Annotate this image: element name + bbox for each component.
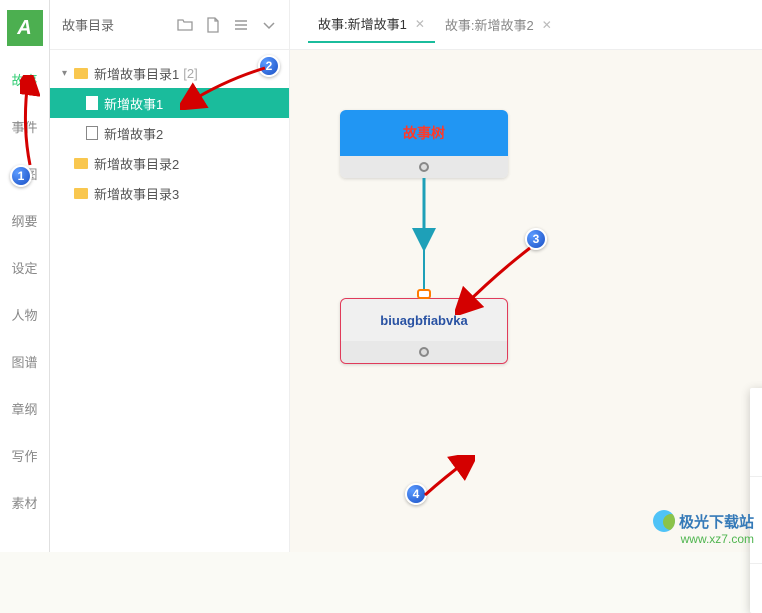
tree-panel: 故事目录 ▾ 新增故事目录1 [2] 新增故事1 新增故事2 新增故事目录2 (50, 0, 290, 552)
caret-down-icon: ▾ (62, 68, 72, 79)
menu-separator (750, 476, 762, 477)
nav-setting[interactable]: 设定 (0, 244, 49, 291)
file-icon (86, 96, 98, 110)
annotation-badge-1: 1 (10, 165, 32, 187)
nav-material[interactable]: 素材 (0, 479, 49, 526)
node-footer (340, 156, 508, 178)
tree-list: ▾ 新增故事目录1 [2] 新增故事1 新增故事2 新增故事目录2 新增故事目录… (50, 50, 289, 208)
connector-dot-icon[interactable] (419, 162, 429, 172)
tree-count: [2] (183, 66, 197, 81)
node-title: 故事树 (340, 110, 508, 156)
watermark-url: www.xz7.com (653, 532, 754, 546)
menu-delete[interactable]: 删除 (750, 568, 762, 607)
tree-folder-1[interactable]: ▾ 新增故事目录1 [2] (50, 58, 289, 88)
nav-character[interactable]: 人物 (0, 291, 49, 338)
annotation-badge-3: 3 (525, 228, 547, 250)
tab-label: 故事:新增故事1 (318, 14, 407, 33)
file-icon (86, 126, 98, 140)
menu-separator (750, 563, 762, 564)
folder-icon (74, 68, 88, 79)
story-node-root[interactable]: 故事树 (340, 110, 508, 178)
close-icon[interactable]: ✕ (542, 18, 552, 32)
new-folder-icon[interactable] (177, 17, 193, 33)
node-footer (341, 341, 507, 363)
app-logo: A (7, 10, 43, 46)
node-title: biuagbfiabvka (341, 299, 507, 341)
nav-story[interactable]: 故事 (0, 56, 49, 103)
tree-label: 新增故事目录3 (94, 184, 179, 203)
chevron-down-icon[interactable] (261, 17, 277, 33)
folder-icon (74, 188, 88, 199)
nav-write[interactable]: 写作 (0, 432, 49, 479)
left-sidebar: A 故事 事件 地图 纲要 设定 人物 图谱 章纲 写作 素材 (0, 0, 50, 552)
tab-story1[interactable]: 故事:新增故事1 ✕ (308, 6, 435, 43)
annotation-badge-4: 4 (405, 483, 427, 505)
annotation-badge-2: 2 (258, 55, 280, 77)
menu-add-node[interactable]: 添加节点 (750, 394, 762, 433)
tree-file-1[interactable]: 新增故事1 (50, 88, 289, 118)
tree-label: 新增故事1 (104, 94, 163, 113)
tabs-bar: 故事:新增故事1 ✕ 故事:新增故事2 ✕ (290, 0, 762, 50)
tree-label: 新增故事目录2 (94, 154, 179, 173)
watermark-brand: 极光下载站 (679, 511, 754, 532)
tree-title: 故事目录 (62, 15, 177, 34)
tab-label: 故事:新增故事2 (445, 15, 534, 34)
folder-icon (74, 158, 88, 169)
nav-outline[interactable]: 纲要 (0, 197, 49, 244)
nav-chapter[interactable]: 章纲 (0, 385, 49, 432)
menu-icon[interactable] (233, 17, 249, 33)
tab-story2[interactable]: 故事:新增故事2 ✕ (435, 7, 562, 42)
watermark: 极光下载站 www.xz7.com (653, 510, 754, 546)
canvas[interactable]: 故事树 biuagbfiabvka 添加节点 编辑节点 文字颜色› 背景颜色› … (290, 50, 762, 552)
nav-event[interactable]: 事件 (0, 103, 49, 150)
tree-header: 故事目录 (50, 0, 289, 50)
tree-label: 新增故事2 (104, 124, 163, 143)
node-connector (422, 178, 426, 300)
watermark-logo-icon (653, 510, 675, 532)
nav-graph[interactable]: 图谱 (0, 338, 49, 385)
close-icon[interactable]: ✕ (415, 17, 425, 31)
tree-folder-2[interactable]: 新增故事目录2 (50, 148, 289, 178)
new-file-icon[interactable] (205, 17, 221, 33)
tree-folder-3[interactable]: 新增故事目录3 (50, 178, 289, 208)
story-node-child[interactable]: biuagbfiabvka (340, 298, 508, 364)
connector-dot-icon[interactable] (419, 347, 429, 357)
context-menu: 添加节点 编辑节点 文字颜色› 背景颜色› 删除 (750, 388, 762, 613)
menu-edit-node[interactable]: 编辑节点 (750, 433, 762, 472)
tree-label: 新增故事目录1 (94, 64, 179, 83)
add-handle-icon[interactable] (417, 289, 431, 299)
tree-file-2[interactable]: 新增故事2 (50, 118, 289, 148)
